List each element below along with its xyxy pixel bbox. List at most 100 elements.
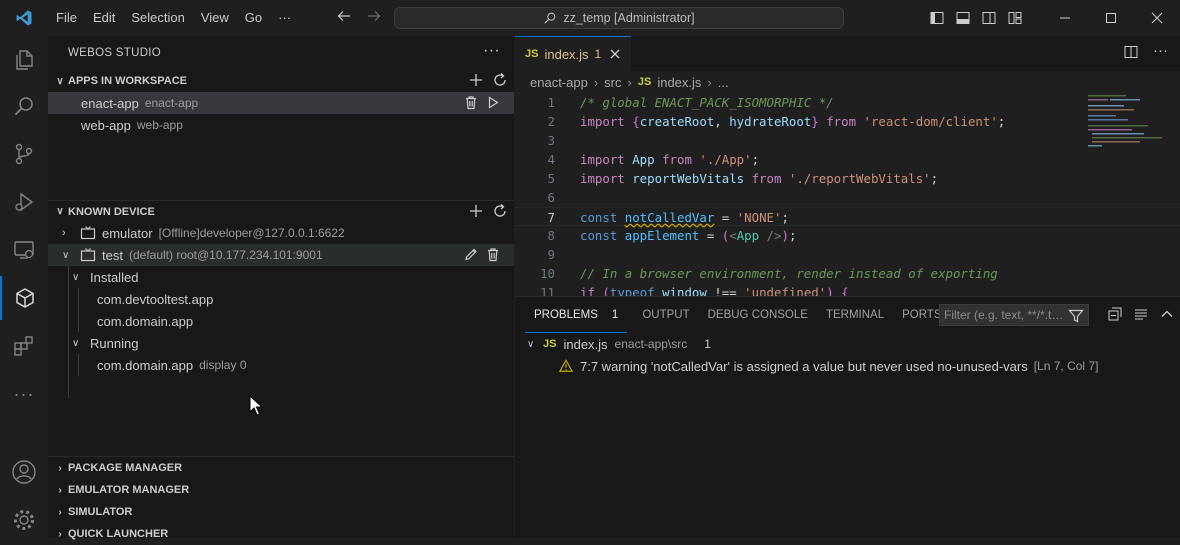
filter-icon[interactable]	[1068, 308, 1084, 324]
maximize-icon[interactable]	[1088, 0, 1134, 36]
trash-icon[interactable]	[486, 247, 500, 262]
minimap[interactable]	[1088, 93, 1168, 173]
installed-app-item[interactable]: com.devtooltest.app	[48, 288, 514, 310]
chevron-right-icon: ›	[58, 506, 62, 518]
code-line[interactable]: 5 import reportWebVitals from './reportWe…	[515, 169, 1180, 188]
chevron-down-icon: ∨	[72, 337, 80, 349]
code-line[interactable]: 2 import {createRoot, hydrateRoot} from '…	[515, 112, 1180, 131]
breadcrumb-item[interactable]: index.js	[657, 75, 701, 90]
code-line[interactable]: 3	[515, 131, 1180, 150]
menu-selection[interactable]: Selection	[123, 0, 192, 36]
menu-go[interactable]: Go	[237, 0, 270, 36]
section-title: EMULATOR MANAGER	[68, 484, 190, 496]
code-token: }	[811, 114, 819, 129]
js-file-icon: JS	[543, 338, 557, 350]
device-item-emulator[interactable]: › emulator [Offline]developer@127.0.0.1:…	[48, 222, 514, 244]
code-token: from	[818, 114, 864, 129]
run-debug-icon[interactable]	[0, 180, 48, 224]
collapse-all-icon[interactable]	[1108, 307, 1122, 321]
running-app-item[interactable]: com.domain.app display 0	[48, 354, 514, 376]
split-editor-icon[interactable]	[1123, 44, 1139, 60]
breadcrumb-item[interactable]: enact-app	[530, 75, 588, 90]
forward-arrow-icon[interactable]	[366, 8, 382, 24]
chevron-down-icon: ∨	[527, 338, 535, 350]
apps-section-header[interactable]: ∨ APPS IN WORKSPACE	[48, 70, 514, 92]
code-line[interactable]: 4 import App from './App';	[515, 150, 1180, 169]
installed-group[interactable]: ∨ Installed	[48, 266, 514, 288]
code-line[interactable]: 10 // In a browser environment, render in…	[515, 264, 1180, 283]
tab-debug-console[interactable]: DEBUG CONSOLE	[699, 297, 817, 333]
device-item-test[interactable]: ∨ test (default) root@10.177.234.101:900…	[48, 244, 514, 266]
editor-area: JS index.js 1 ··· enact-app › src › JS i…	[515, 36, 1180, 296]
code-line[interactable]: 8 const appElement = (<App />);	[515, 226, 1180, 245]
toggle-panel-icon[interactable]	[950, 0, 976, 36]
code-line[interactable]: 7 const notCalledVar = 'NONE';	[515, 207, 1180, 226]
code-token: notCalledVar	[624, 210, 715, 225]
sidebar-more-icon[interactable]: ···	[483, 42, 500, 60]
toggle-primary-sidebar-icon[interactable]	[924, 0, 950, 36]
extensions-icon[interactable]	[0, 324, 48, 368]
problem-row[interactable]: 7:7 warning 'notCalledVar' is assigned a…	[515, 355, 1180, 377]
manage-gear-icon[interactable]	[0, 498, 48, 542]
view-as-list-icon[interactable]	[1134, 307, 1148, 321]
menu-view[interactable]: View	[193, 0, 237, 36]
code-token: window	[662, 285, 707, 296]
running-group[interactable]: ∨ Running	[48, 332, 514, 354]
code-line[interactable]: 6	[515, 188, 1180, 207]
refresh-devices-icon[interactable]	[492, 203, 508, 219]
code-token: reportWebVitals	[632, 171, 745, 186]
problems-filter-input[interactable]: Filter (e.g. text, **/*.t…	[939, 304, 1089, 326]
add-device-icon[interactable]	[468, 203, 484, 219]
back-arrow-icon[interactable]	[336, 8, 352, 24]
package-manager-header[interactable]: › PACKAGE MANAGER	[48, 457, 514, 479]
chevron-up-icon[interactable]	[1160, 307, 1174, 321]
code-line[interactable]: 9	[515, 245, 1180, 264]
mouse-cursor-icon	[249, 395, 263, 416]
refresh-apps-icon[interactable]	[492, 72, 508, 88]
emulator-manager-header[interactable]: › EMULATOR MANAGER	[48, 479, 514, 501]
installed-app-item[interactable]: com.domain.app	[48, 310, 514, 332]
minimize-icon[interactable]	[1042, 0, 1088, 36]
breadcrumb-item[interactable]: src	[604, 75, 621, 90]
problem-file-row[interactable]: ∨ JS index.js enact-app\src 1	[515, 333, 1180, 355]
code-line[interactable]: 11 if (typeof window !== 'undefined') {	[515, 283, 1180, 296]
remote-explorer-icon[interactable]	[0, 228, 48, 272]
code-editor[interactable]: 1/* global ENACT_PACK_ISOMORPHIC */2 impo…	[515, 93, 1180, 296]
chevron-down-icon: ∨	[62, 249, 70, 261]
editor-more-icon[interactable]: ···	[1153, 43, 1168, 60]
tab-problems[interactable]: PROBLEMS 1	[525, 297, 628, 333]
command-center[interactable]: zz_temp [Administrator]	[394, 7, 844, 29]
menu-edit[interactable]: Edit	[85, 0, 123, 36]
accounts-icon[interactable]	[0, 450, 48, 494]
tab-terminal[interactable]: TERMINAL	[817, 297, 893, 333]
code-text: import App from './App';	[555, 150, 759, 169]
quick-launcher-header[interactable]: › QUICK LAUNCHER	[48, 523, 514, 545]
tab-output[interactable]: OUTPUT	[633, 297, 698, 333]
explorer-icon[interactable]	[0, 38, 48, 82]
customize-layout-icon[interactable]	[1002, 0, 1028, 36]
device-section-header[interactable]: ∨ KNOWN DEVICE	[48, 200, 514, 222]
simulator-header[interactable]: › SIMULATOR	[48, 501, 514, 523]
code-line[interactable]: 1 /* global ENACT_PACK_ISOMORPHIC */	[515, 93, 1180, 112]
add-app-icon[interactable]	[468, 72, 484, 88]
run-play-icon[interactable]	[486, 95, 500, 110]
webos-studio-icon[interactable]	[0, 276, 48, 320]
close-window-icon[interactable]	[1134, 0, 1180, 36]
menu-file[interactable]: File	[48, 0, 85, 36]
more-views-icon[interactable]: ···	[0, 372, 48, 416]
app-item-enact-app[interactable]: enact-app enact-app	[48, 92, 514, 114]
edit-pencil-icon[interactable]	[464, 247, 478, 262]
sidebar-title: WEBOS STUDIO	[68, 47, 162, 59]
tab-index-js[interactable]: JS index.js 1	[515, 36, 632, 71]
menu-more[interactable]: ···	[270, 0, 299, 36]
source-control-icon[interactable]	[0, 132, 48, 176]
app-item-web-app[interactable]: web-app web-app	[48, 114, 514, 136]
trash-icon[interactable]	[464, 95, 478, 110]
search-view-icon[interactable]	[0, 84, 48, 128]
breadcrumb-separator-icon: ›	[593, 74, 599, 90]
device-desc: (default) root@10.177.234.101:9001	[128, 248, 323, 262]
breadcrumb-item[interactable]: ...	[718, 75, 729, 90]
close-tab-icon[interactable]	[609, 48, 621, 60]
toggle-secondary-sidebar-icon[interactable]	[976, 0, 1002, 36]
bottom-panel: PROBLEMS 1 OUTPUT DEBUG CONSOLE TERMINAL …	[515, 296, 1180, 538]
